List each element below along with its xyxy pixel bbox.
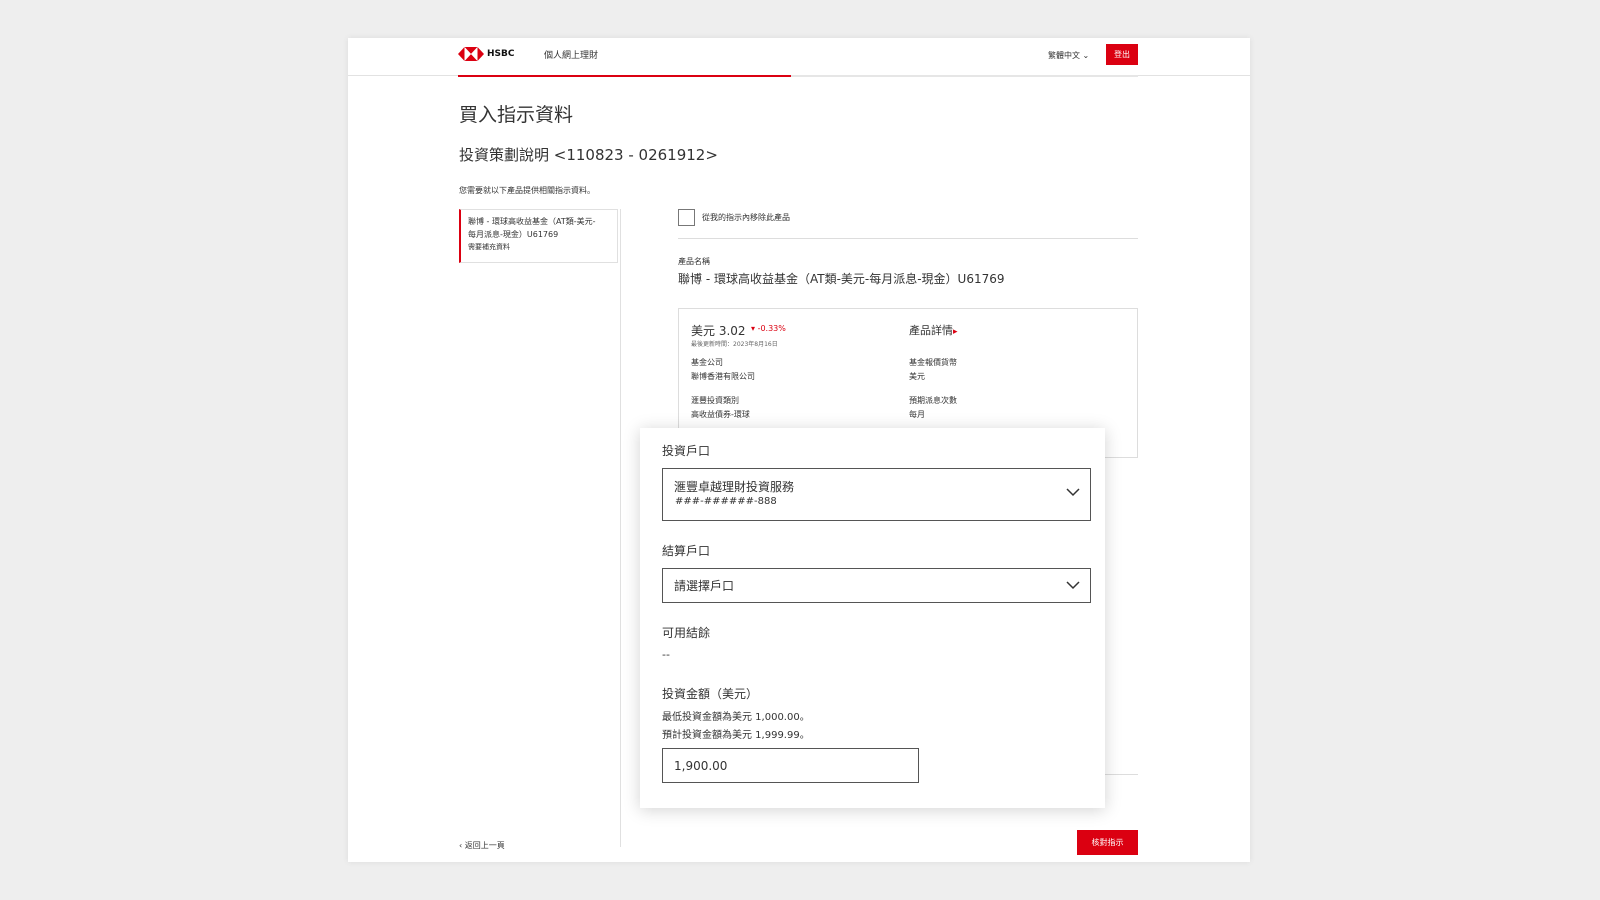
vertical-divider: [620, 209, 621, 847]
personal-banking-link[interactable]: 個人網上理財: [544, 48, 598, 61]
instruction-form-panel: 投資戶口 滙豐卓越理財投資服務 ###-######-888 結算戶口 請選擇戶…: [640, 428, 1105, 808]
product-name: 聯博 - 環球高收益基金（AT類-美元-每月派息-現金）U61769: [678, 272, 1005, 286]
back-link[interactable]: ‹ 返回上一頁: [459, 840, 505, 851]
product-nav-status: 需要補充資料: [468, 243, 510, 251]
page-title: 買入指示資料: [459, 104, 574, 126]
chevron-right-icon: ▸: [953, 327, 958, 337]
settlement-account-label: 結算戶口: [662, 544, 711, 558]
progress-fill: [458, 75, 792, 77]
fund-currency-value: 美元: [909, 372, 925, 381]
investment-account-select[interactable]: 滙豐卓越理財投資服務 ###-######-888: [662, 468, 1091, 521]
available-balance-label: 可用結餘: [662, 626, 711, 640]
remove-product-checkbox[interactable]: [678, 209, 695, 226]
language-selector[interactable]: 繁體中文 ⌄: [1048, 50, 1089, 61]
settlement-account-placeholder: 請選擇戶口: [674, 579, 735, 593]
back-label: 返回上一頁: [464, 841, 505, 850]
dividend-frequency: 預期派息次數 每月: [909, 394, 957, 422]
product-nav-line1: 聯博 - 環球高收益基金（AT類-美元-: [468, 217, 596, 226]
hsbc-logo[interactable]: HSBC: [458, 47, 514, 61]
remove-product-label: 從我的指示內移除此產品: [702, 213, 790, 222]
settlement-account-select[interactable]: 請選擇戶口: [662, 568, 1091, 603]
hsbc-hexagon-icon: [458, 47, 484, 61]
chevron-down-icon: ⌄: [1082, 51, 1090, 60]
fund-category-value: 高收益債券-環球: [691, 410, 750, 419]
fund-currency: 基金報價貨幣 美元: [909, 356, 957, 384]
product-nav-line2: 每月派息-現金）U61769: [468, 230, 559, 239]
fund-house-label: 基金公司: [691, 358, 723, 367]
available-balance-value: --: [662, 648, 670, 661]
remove-product-row[interactable]: 從我的指示內移除此產品: [678, 209, 790, 226]
brand-name: HSBC: [487, 49, 515, 59]
top-bar: HSBC 個人網上理財 繁體中文 ⌄ 登出: [348, 38, 1250, 76]
instruction-hint: 您需要就以下產品提供相關指示資料。: [459, 186, 595, 195]
investment-account-value: 滙豐卓越理財投資服務: [674, 480, 795, 494]
product-details-link[interactable]: 產品詳情▸: [909, 322, 958, 338]
price-change: ▾ -0.33%: [751, 324, 786, 333]
price-date: 最後更新時間：2023年8月16日: [691, 341, 778, 348]
product-nav-card[interactable]: 聯博 - 環球高收益基金（AT類-美元- 每月派息-現金）U61769 需要補充…: [459, 209, 618, 263]
chevron-left-icon: ‹: [459, 841, 463, 850]
fund-price: 美元 3.02: [691, 324, 746, 338]
fund-category: 滙豐投資類別 高收益債券-環球: [691, 394, 750, 422]
investment-account-number: ###-######-888: [675, 496, 777, 507]
investment-account-label: 投資戶口: [662, 444, 711, 458]
minimum-amount-note: 最低投資金額為美元 1,000.00。: [662, 712, 810, 723]
progress-bar: [458, 75, 1138, 77]
page-subtitle: 投資策劃說明 <110823 - 0261912>: [459, 146, 718, 164]
down-triangle-icon: ▾: [751, 324, 756, 333]
divider: [678, 238, 1138, 239]
investment-amount-label: 投資金額（美元）: [662, 687, 759, 701]
fund-house: 基金公司 聯博香港有限公司: [691, 356, 755, 384]
confirm-instruction-button[interactable]: 核對指示: [1077, 830, 1138, 855]
product-details-label: 產品詳情: [909, 324, 953, 337]
fund-category-label: 滙豐投資類別: [691, 396, 739, 405]
language-label: 繁體中文: [1048, 51, 1080, 60]
fund-currency-label: 基金報價貨幣: [909, 358, 957, 367]
dividend-frequency-label: 預期派息次數: [909, 396, 957, 405]
fund-house-value: 聯博香港有限公司: [691, 372, 755, 381]
dividend-frequency-value: 每月: [909, 410, 925, 419]
logout-button[interactable]: 登出: [1106, 44, 1138, 65]
maximum-amount-note: 預計投資金額為美元 1,999.99。: [662, 730, 810, 741]
investment-amount-input[interactable]: [662, 748, 919, 783]
price-change-value: -0.33%: [757, 324, 786, 333]
chevron-down-icon: [1066, 581, 1080, 590]
product-name-label: 產品名稱: [678, 257, 710, 266]
chevron-down-icon: [1066, 488, 1080, 497]
